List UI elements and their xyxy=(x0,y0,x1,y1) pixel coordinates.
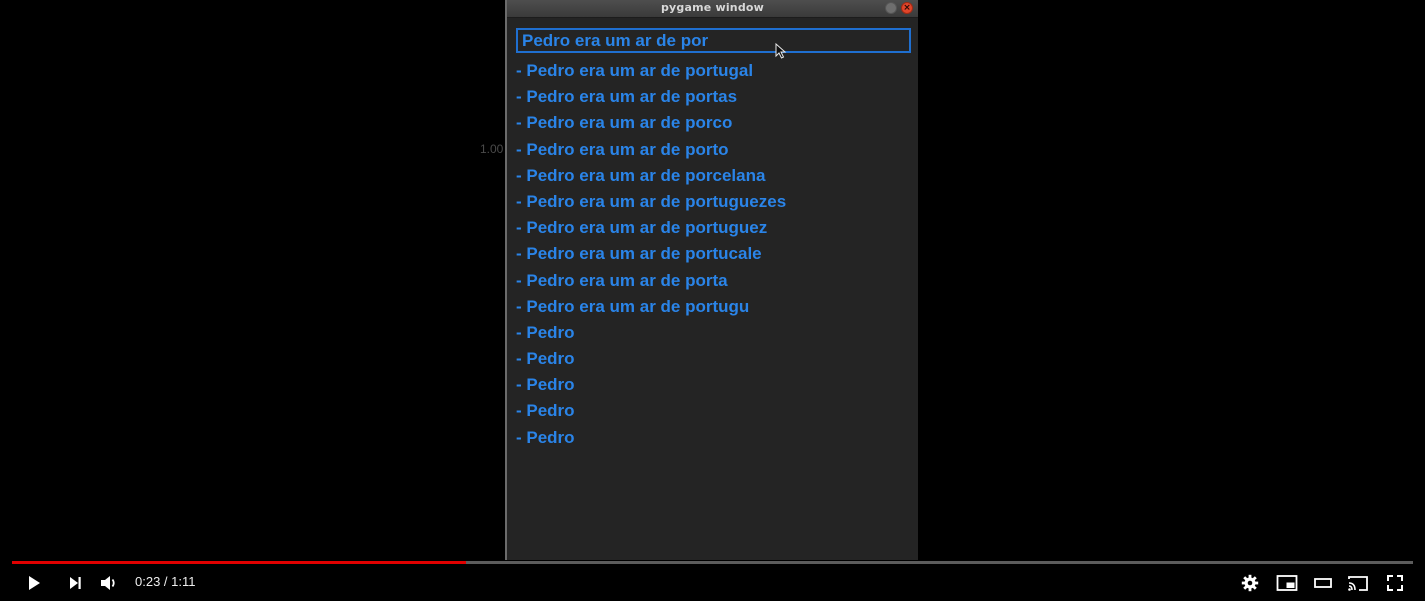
suggestion-list: - Pedro era um ar de portugal - Pedro era… xyxy=(516,58,786,451)
miniplayer-icon xyxy=(1276,575,1298,591)
progress-played xyxy=(12,561,466,564)
miniplayer-button[interactable] xyxy=(1274,570,1300,596)
suggestion-item[interactable]: - Pedro era um ar de portuguez xyxy=(516,215,786,241)
fullscreen-button[interactable] xyxy=(1382,570,1408,596)
suggestion-item[interactable]: - Pedro era um ar de porco xyxy=(516,110,786,136)
suggestion-item[interactable]: - Pedro era um ar de portucale xyxy=(516,241,786,267)
suggestion-item[interactable]: - Pedro era um ar de portugal xyxy=(516,58,786,84)
window-titlebar[interactable]: pygame window × xyxy=(507,0,918,18)
volume-button[interactable] xyxy=(96,570,122,596)
pygame-window[interactable]: pygame window × Pedro era um ar de por -… xyxy=(505,0,918,560)
text-input[interactable]: Pedro era um ar de por xyxy=(516,28,911,53)
fullscreen-icon xyxy=(1387,575,1403,591)
suggestion-item[interactable]: - Pedro xyxy=(516,425,786,451)
window-title: pygame window xyxy=(660,1,765,14)
suggestion-item[interactable]: - Pedro xyxy=(516,346,786,372)
theater-mode-icon xyxy=(1314,578,1332,588)
suggestion-item[interactable]: - Pedro era um ar de porcelana xyxy=(516,163,786,189)
play-button[interactable] xyxy=(21,570,47,596)
minimize-button[interactable] xyxy=(885,2,897,14)
suggestion-item[interactable]: - Pedro era um ar de porta xyxy=(516,268,786,294)
cast-button[interactable] xyxy=(1345,570,1371,596)
theater-mode-button[interactable] xyxy=(1310,570,1336,596)
pygame-canvas: Pedro era um ar de por - Pedro era um ar… xyxy=(507,18,918,560)
close-icon: × xyxy=(903,3,911,13)
time-display: 0:23 / 1:11 xyxy=(135,574,196,589)
close-button[interactable]: × xyxy=(901,2,913,14)
progress-bar[interactable] xyxy=(12,561,1413,564)
cast-icon xyxy=(1348,576,1368,591)
suggestion-item[interactable]: - Pedro xyxy=(516,398,786,424)
suggestion-item[interactable]: - Pedro xyxy=(516,320,786,346)
play-icon xyxy=(29,576,40,590)
settings-icon xyxy=(1241,574,1259,592)
mouse-cursor-icon xyxy=(775,43,787,59)
suggestion-item[interactable]: - Pedro era um ar de portuguezes xyxy=(516,189,786,215)
volume-icon xyxy=(101,576,115,590)
next-icon xyxy=(70,577,81,589)
background-axis-label: 1.00 xyxy=(480,142,504,156)
suggestion-item[interactable]: - Pedro era um ar de portas xyxy=(516,84,786,110)
player-controls: 0:23 / 1:11 xyxy=(0,566,1425,601)
suggestion-item[interactable]: - Pedro era um ar de portugu xyxy=(516,294,786,320)
suggestion-item[interactable]: - Pedro era um ar de porto xyxy=(516,137,786,163)
suggestion-item[interactable]: - Pedro xyxy=(516,372,786,398)
settings-button[interactable] xyxy=(1237,570,1263,596)
next-button[interactable] xyxy=(62,570,88,596)
video-player[interactable]: 1.00 pygame window × Pedro era um ar de … xyxy=(0,0,1425,601)
